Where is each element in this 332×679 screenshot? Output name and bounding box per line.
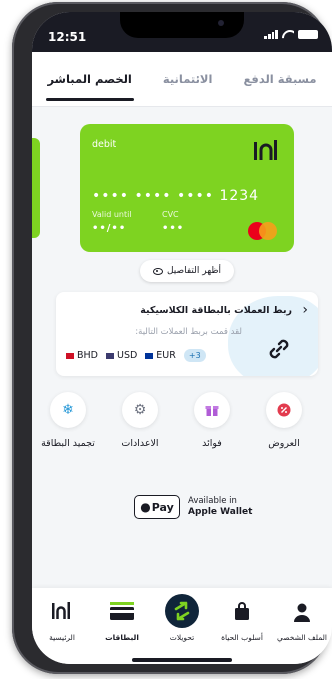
notch xyxy=(120,12,244,38)
phone-screen: 12:51 مسبقة الدفع الائتمانية الخصم المبا… xyxy=(32,12,332,664)
card-icon xyxy=(110,602,134,620)
link-chain-icon xyxy=(269,339,289,359)
show-details-button[interactable]: أظهر التفاصيل xyxy=(140,260,234,282)
action-benefits[interactable]: فوائد xyxy=(176,392,248,449)
show-details-label: أظهر التفاصيل xyxy=(166,266,222,276)
gift-icon xyxy=(205,406,219,416)
home-indicator xyxy=(132,658,232,662)
cvc-label: CVC xyxy=(162,210,179,219)
debit-card[interactable]: debit •••• •••• •••• 1234 Valid until CV… xyxy=(80,124,294,252)
bottom-navigation: الملف الشخصي أسلوب الحياة تحويلات البطاق… xyxy=(32,588,332,664)
brand-logo-icon xyxy=(52,602,70,619)
shopping-bag-icon xyxy=(235,602,249,620)
card-type-tabs: مسبقة الدفع الائتمانية الخصم المباشر xyxy=(32,52,332,106)
battery-icon xyxy=(298,30,318,39)
signal-icon xyxy=(264,30,278,39)
tab-credit[interactable]: الائتمانية xyxy=(161,66,215,92)
currency-item: BHD xyxy=(66,350,98,361)
link-currencies-title: ربط العملات بالبطاقة الكلاسيكية xyxy=(140,305,292,316)
eye-icon xyxy=(152,267,163,275)
action-freeze-card[interactable]: ❄ تجميد البطاقة xyxy=(32,392,104,449)
transfer-arrows-icon xyxy=(165,594,199,628)
apple-pay-badge: ● Pay xyxy=(134,495,180,519)
brand-logo-icon xyxy=(254,140,277,160)
tab-prepaid[interactable]: مسبقة الدفع xyxy=(241,66,318,92)
linked-currencies-list: BHD USD EUR +3 xyxy=(66,349,206,362)
action-offers[interactable]: العروض xyxy=(248,392,320,449)
tabs-divider xyxy=(32,106,332,107)
valid-until-value: ••/•• xyxy=(92,223,127,234)
status-icons xyxy=(264,30,318,39)
currency-item: EUR xyxy=(145,350,176,361)
currency-item: USD xyxy=(105,350,137,361)
snowflake-icon: ❄ xyxy=(62,402,74,418)
gear-icon: ⚙ xyxy=(133,402,147,418)
more-currencies-badge: +3 xyxy=(183,349,206,362)
mastercard-logo-icon xyxy=(248,222,278,240)
cvc-value: ••• xyxy=(162,223,185,234)
card-type-label: debit xyxy=(92,139,117,150)
link-currencies-subtitle: لقد قمت بربط العملات التالية: xyxy=(135,327,242,337)
card-number: •••• •••• •••• 1234 xyxy=(92,188,260,204)
apple-wallet-text: Available in Apple Wallet xyxy=(188,495,253,517)
chevron-right-icon[interactable]: › xyxy=(302,302,308,318)
apple-icon: ● xyxy=(140,500,151,514)
wifi-icon xyxy=(282,30,294,39)
status-time: 12:51 xyxy=(48,30,87,44)
action-settings[interactable]: ⚙ الاعدادات xyxy=(104,392,176,449)
person-icon xyxy=(294,603,310,622)
valid-until-label: Valid until xyxy=(92,210,132,219)
link-currencies-panel[interactable]: › ربط العملات بالبطاقة الكلاسيكية لقد قم… xyxy=(56,292,318,376)
add-to-apple-wallet-button[interactable]: ● Pay Available in Apple Wallet xyxy=(134,495,252,519)
previous-card-peek[interactable] xyxy=(32,138,40,238)
percent-badge-icon xyxy=(277,403,291,417)
card-actions: ❄ تجميد البطاقة ⚙ الاعدادات فوائد العروض xyxy=(32,392,332,472)
status-bar: 12:51 xyxy=(32,12,332,52)
tab-debit[interactable]: الخصم المباشر xyxy=(45,66,135,101)
